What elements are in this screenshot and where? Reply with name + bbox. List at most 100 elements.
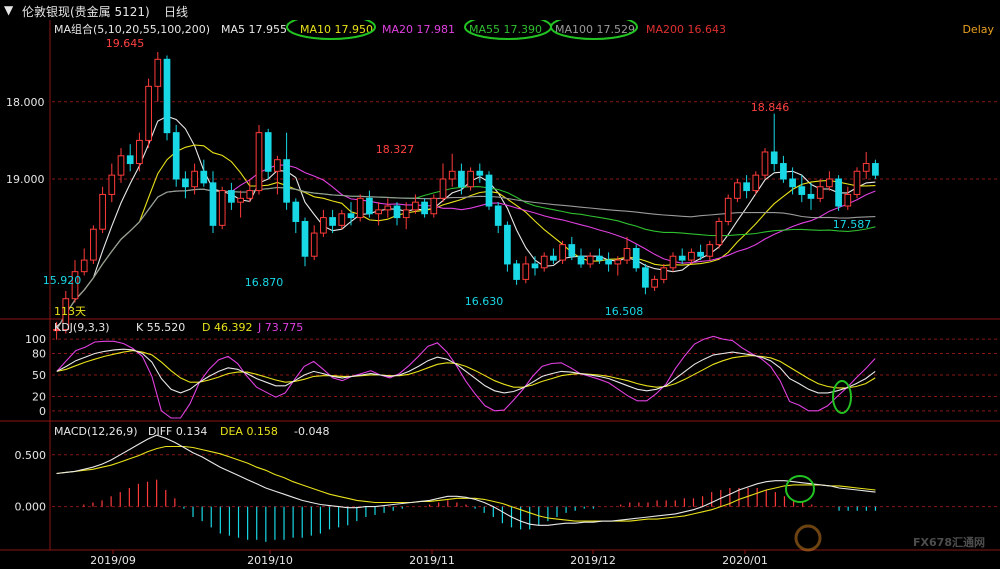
candle-body <box>715 220 723 246</box>
candle-body <box>329 217 336 226</box>
legend-ma100: MA100 17.529 <box>555 23 635 36</box>
kdj-tick-label: 100 <box>25 333 46 346</box>
candle-body <box>550 255 557 261</box>
candle-body <box>632 248 640 269</box>
candle-body <box>402 209 410 219</box>
candle-body <box>614 259 622 265</box>
candle-body <box>145 85 152 141</box>
kdj-legend-name: KDJ(9,3,3) <box>54 321 110 334</box>
candle-body <box>826 178 833 188</box>
ma-legend-name: MA组合(5,10,20,55,100,200) <box>54 22 210 36</box>
candle-body <box>108 174 116 195</box>
candle-body <box>80 259 88 273</box>
price-extreme-label: 16.870 <box>245 276 284 289</box>
candle-body <box>467 170 474 188</box>
legend-ma10: MA10 17.950 <box>300 23 373 36</box>
delay-badge: Delay <box>962 23 994 36</box>
candle-body <box>421 201 428 215</box>
candle-body <box>366 197 373 215</box>
candle-body <box>706 244 714 257</box>
kdj-tick-label: 80 <box>32 348 46 361</box>
candle-body <box>678 255 686 261</box>
period-label[interactable]: 日线 <box>164 3 188 20</box>
candle-body <box>117 155 125 176</box>
legend-ma55: MA55 17.390 <box>469 23 542 36</box>
candle-body <box>853 170 861 195</box>
candle-body <box>264 132 272 172</box>
candle-body <box>789 178 796 188</box>
candle-body <box>310 232 318 257</box>
candle-body <box>862 163 870 172</box>
menu-arrow-icon[interactable]: ▼ <box>4 3 13 17</box>
legend-ma20: MA20 17.981 <box>382 23 455 36</box>
candle-body <box>752 174 760 192</box>
instrument-title: 伦敦银现(贵金属 5121) <box>22 5 150 19</box>
days-count-label: 113天 <box>54 305 86 318</box>
candle-body <box>835 178 842 207</box>
candle-body <box>218 190 226 226</box>
candle-body <box>568 244 576 257</box>
candle-body <box>200 170 208 184</box>
macd-legend-macd: -0.048 <box>294 425 329 438</box>
candle-body <box>237 197 244 203</box>
candle-body <box>347 213 355 219</box>
candle-body <box>724 197 732 222</box>
kdj-tick-label: 20 <box>32 391 46 404</box>
stock-chart[interactable]: 19.000 18.000 19.645 18.327 18.846 16.870 16.6… <box>0 20 1000 569</box>
candle-body <box>780 163 787 180</box>
candle-body <box>283 159 290 203</box>
candle-body <box>182 178 189 188</box>
price-extreme-label: 18.846 <box>751 101 790 114</box>
candle-body <box>126 155 134 165</box>
candle-body <box>540 255 548 269</box>
candle-body <box>255 132 263 192</box>
price-extreme-label: 16.630 <box>465 295 504 308</box>
candle-body <box>99 193 106 230</box>
candle-body <box>586 255 594 265</box>
candle-body <box>807 193 815 199</box>
price-tick-label: 19.000 <box>6 173 45 186</box>
candle-body <box>301 220 309 257</box>
kdj-tick-label: 50 <box>32 369 46 382</box>
candle-body <box>816 186 824 199</box>
macd-tick-label: 0.500 <box>15 449 47 462</box>
candle-body <box>430 197 438 215</box>
macd-legend-dea: DEA 0.158 <box>220 425 278 438</box>
kdj-legend-d: D 46.392 <box>202 321 252 334</box>
candle-body <box>660 267 668 280</box>
candle-body <box>136 139 143 165</box>
candle-body <box>669 255 677 269</box>
candle-body <box>163 58 171 134</box>
x-tick-label: 2019/12 <box>570 554 616 567</box>
x-tick-label: 2019/11 <box>409 554 455 567</box>
candle-body <box>356 197 364 219</box>
price-extreme-label: 18.327 <box>376 143 415 156</box>
candle-body <box>844 193 852 207</box>
x-tick-label: 2019/09 <box>90 554 136 567</box>
candle-body <box>384 205 392 211</box>
candle-body <box>761 151 769 176</box>
price-extreme-label: 16.508 <box>605 305 644 318</box>
legend-ma200: MA200 16.643 <box>646 23 726 36</box>
candle-body <box>577 255 585 265</box>
candle-body <box>458 170 465 188</box>
candle-body <box>476 170 484 176</box>
candle-body <box>642 267 649 288</box>
candle-body <box>559 244 566 261</box>
price-extreme-label: 17.587 <box>833 218 872 231</box>
candle-body <box>228 190 235 203</box>
candle-body <box>172 132 180 180</box>
legend-ma5: MA5 17.955 <box>221 23 287 36</box>
kdj-legend-j: J 73.775 <box>257 321 303 334</box>
candle-body <box>504 224 511 265</box>
candle-body <box>734 182 741 199</box>
candle-body <box>522 263 530 280</box>
x-tick-label: 2019/10 <box>247 554 293 567</box>
kdj-legend-k: K 55.520 <box>136 321 185 334</box>
macd-legend-diff: DIFF 0.134 <box>148 425 207 438</box>
candle-body <box>320 217 327 234</box>
candle-body <box>485 174 493 207</box>
candle-body <box>90 228 97 261</box>
candle-body <box>596 255 603 261</box>
candle-body <box>697 251 704 257</box>
